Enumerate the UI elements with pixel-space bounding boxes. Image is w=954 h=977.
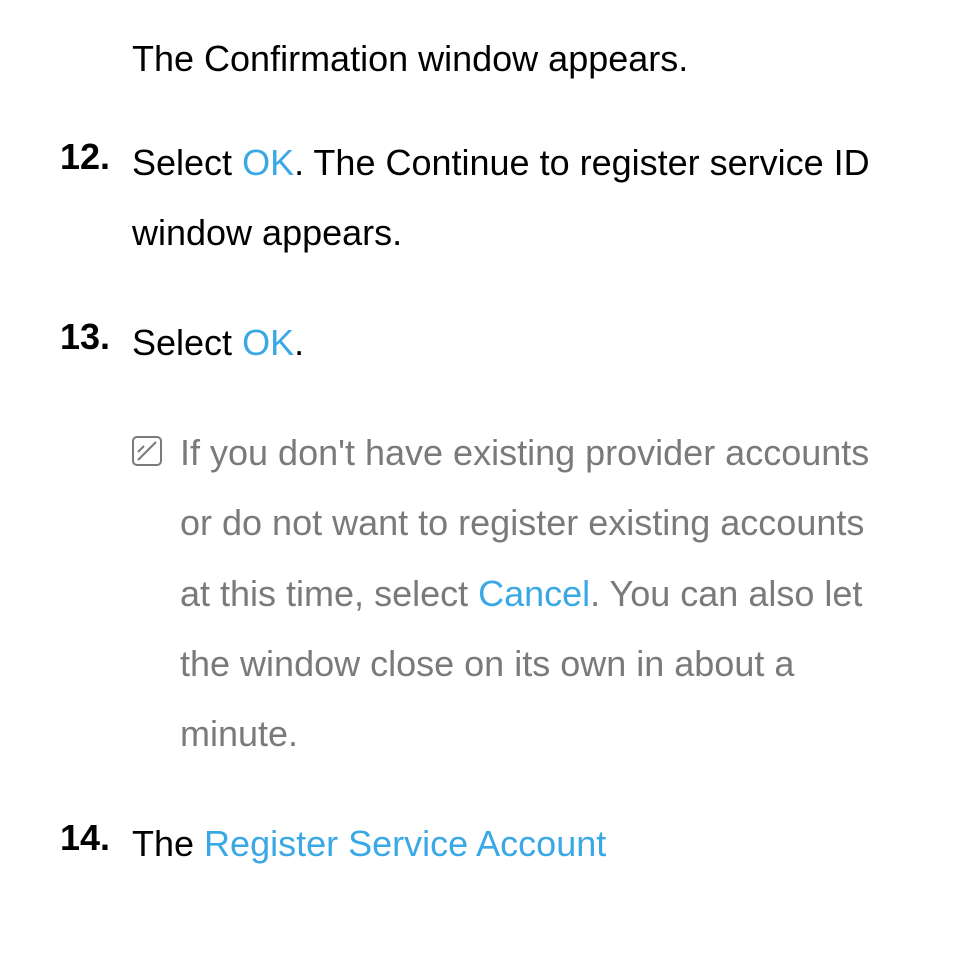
cancel-link: Cancel: [478, 573, 590, 614]
step-13: 13. Select OK.: [60, 308, 894, 378]
step-number-14: 14.: [60, 809, 132, 879]
step-13-text-prefix: Select: [132, 322, 242, 363]
step-13-text-suffix: .: [294, 322, 304, 363]
note-block: If you don't have existing provider acco…: [132, 418, 894, 769]
ok-link-13: OK: [242, 322, 294, 363]
step-body-12: Select OK. The Continue to register serv…: [132, 128, 894, 268]
step-12: 12. Select OK. The Continue to register …: [60, 128, 894, 268]
step-number-12: 12.: [60, 128, 132, 268]
step-body-13: Select OK.: [132, 308, 894, 378]
step-14: 14. The Register Service Account: [60, 809, 894, 879]
note-body: If you don't have existing provider acco…: [180, 418, 894, 769]
ok-link-12: OK: [242, 142, 294, 183]
step-12-text-prefix: Select: [132, 142, 242, 183]
step-14-text-prefix: The: [132, 823, 204, 864]
register-service-account-link: Register Service Account: [204, 823, 606, 864]
intro-text: The Confirmation window appears.: [132, 30, 894, 88]
step-number-13: 13.: [60, 308, 132, 378]
step-body-14: The Register Service Account: [132, 809, 894, 879]
note-icon: [132, 418, 180, 769]
